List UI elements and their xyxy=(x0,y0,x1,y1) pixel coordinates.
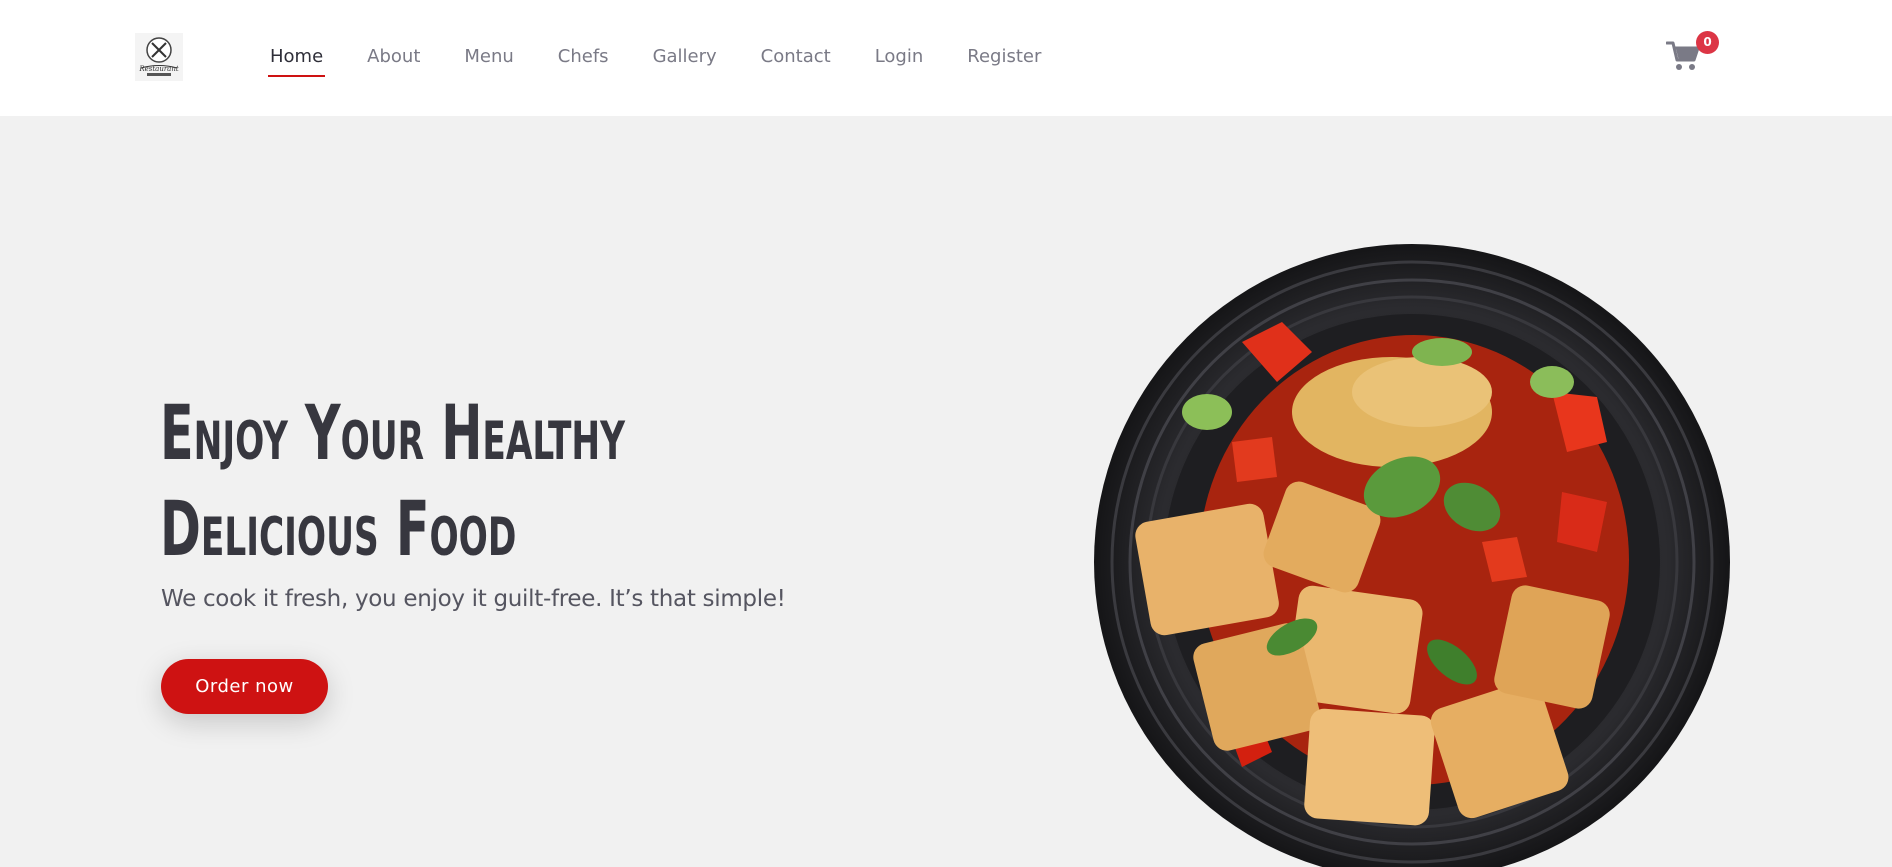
food-bowl-image xyxy=(1092,242,1732,867)
nav-home[interactable]: Home xyxy=(268,44,326,77)
hero-title-line1: Enjoy Your Healthy xyxy=(160,388,625,477)
main-nav: Home About Menu Chefs Gallery Contact Lo… xyxy=(268,44,1083,77)
nav-menu[interactable]: Menu xyxy=(462,44,515,77)
cart-count-badge: 0 xyxy=(1696,31,1719,54)
hero-title-line2: Delicious Food xyxy=(160,484,517,573)
nav-contact[interactable]: Contact xyxy=(759,44,833,77)
hero-subtitle: We cook it fresh, you enjoy it guilt-fre… xyxy=(161,586,786,612)
hero-title: Enjoy Your Healthy Delicious Food xyxy=(160,385,664,577)
nav-login[interactable]: Login xyxy=(873,44,926,77)
nav-register[interactable]: Register xyxy=(965,44,1043,77)
order-now-button[interactable]: Order now xyxy=(161,659,328,714)
nav-chefs[interactable]: Chefs xyxy=(556,44,611,77)
restaurant-logo[interactable]: Restaurant xyxy=(135,33,183,81)
navbar: Restaurant Home About Menu Chefs Gallery… xyxy=(0,0,1892,116)
svg-text:Restaurant: Restaurant xyxy=(138,65,179,73)
nav-gallery[interactable]: Gallery xyxy=(651,44,719,77)
nav-about[interactable]: About xyxy=(365,44,422,77)
